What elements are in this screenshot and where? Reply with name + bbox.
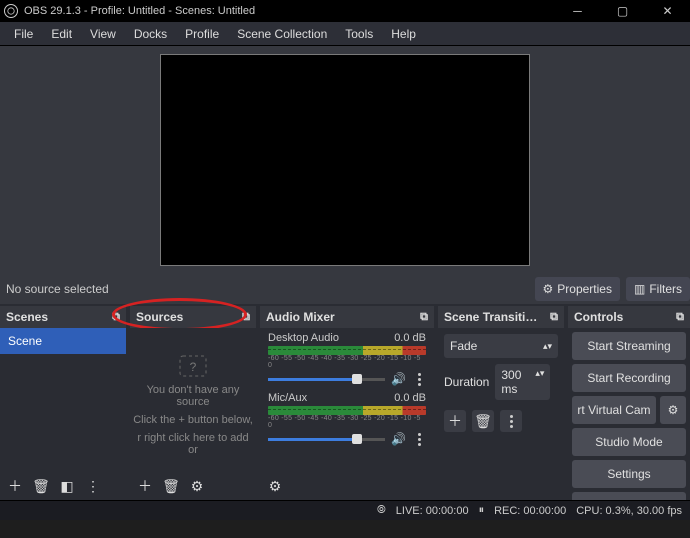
scene-item[interactable]: Scene — [0, 328, 126, 354]
preview-area — [0, 46, 690, 274]
no-source-label: No source selected — [6, 282, 109, 296]
popout-icon[interactable]: ⧉ — [242, 311, 250, 324]
sources-dock: Sources ⧉ ? You don't have any source Cl… — [130, 306, 256, 500]
scene-up-down-button[interactable]: ⋮ — [82, 475, 104, 497]
settings-button[interactable]: Settings — [572, 460, 686, 488]
virtual-cam-settings-button[interactable]: ⚙ — [660, 396, 686, 424]
volume-slider[interactable] — [268, 378, 385, 381]
audio-advanced-button[interactable]: ⚙ — [264, 475, 286, 497]
audio-meter — [268, 406, 426, 415]
source-properties-row: No source selected ⚙ Properties ▥ Filter… — [0, 274, 690, 304]
popout-icon[interactable]: ⧉ — [420, 311, 428, 324]
transition-more-button[interactable] — [500, 410, 522, 432]
exit-button[interactable]: Exit — [572, 492, 686, 500]
controls-dock: Controls ⧉ Start Streaming Start Recordi… — [568, 306, 690, 500]
scenes-toolbar: ＋ 🗑 ◧ ⋮ — [0, 472, 126, 500]
audio-channel-db: 0.0 dB — [394, 332, 426, 344]
audio-mixer-dock: Audio Mixer ⧉ Desktop Audio 0.0 dB -60 -… — [260, 306, 434, 500]
chevron-updown-icon: ▴▾ — [535, 368, 544, 396]
add-scene-button[interactable]: ＋ — [4, 475, 26, 497]
sources-empty-state: ? You don't have any source Click the + … — [130, 328, 256, 456]
studio-mode-button[interactable]: Studio Mode — [572, 428, 686, 456]
maximize-button[interactable]: ▢ — [600, 0, 645, 22]
menu-tools[interactable]: Tools — [337, 23, 381, 45]
menu-help[interactable]: Help — [383, 23, 424, 45]
titlebar: OBS 29.1.3 - Profile: Untitled - Scenes:… — [0, 0, 690, 22]
status-cpu: CPU: 0.3%, 30.00 fps — [576, 505, 682, 517]
menu-view[interactable]: View — [82, 23, 124, 45]
menu-scene-collection[interactable]: Scene Collection — [229, 23, 335, 45]
controls-header[interactable]: Controls ⧉ — [568, 306, 690, 328]
close-button[interactable]: ✕ — [645, 0, 690, 22]
popout-icon[interactable]: ⧉ — [676, 311, 684, 324]
audio-toolbar: ⚙ — [260, 472, 434, 500]
delete-transition-button[interactable]: 🗑 — [472, 410, 494, 432]
virtual-cam-button[interactable]: rt Virtual Cam — [572, 396, 656, 424]
audio-meter — [268, 346, 426, 355]
transition-select[interactable]: Fade ▴▾ — [444, 334, 558, 358]
minimize-button[interactable]: ─ — [555, 0, 600, 22]
app-logo — [4, 4, 18, 18]
audio-channel-desktop: Desktop Audio 0.0 dB -60 -55 -50 -45 -40… — [260, 328, 434, 388]
audio-mixer-header[interactable]: Audio Mixer ⧉ — [260, 306, 434, 328]
properties-button[interactable]: ⚙ Properties — [535, 277, 620, 301]
statusbar: ⦾ LIVE: 00:00:00 ⏸ REC: 00:00:00 CPU: 0.… — [0, 500, 690, 520]
start-recording-button[interactable]: Start Recording — [572, 364, 686, 392]
duration-input[interactable]: 300 ms ▴▾ — [495, 364, 550, 400]
add-source-button[interactable]: ＋ — [134, 475, 156, 497]
broadcast-icon: ⦾ — [377, 504, 386, 517]
pause-icon: ⏸ — [479, 504, 485, 517]
speaker-icon[interactable]: 🔊 — [391, 432, 406, 446]
scenes-dock: Scenes ⧉ Scene ＋ 🗑 ◧ ⋮ — [0, 306, 126, 500]
scenes-header[interactable]: Scenes ⧉ — [0, 306, 126, 328]
transitions-dock: Scene Transiti… ⧉ Fade ▴▾ Duration 300 m… — [438, 306, 564, 500]
transitions-header[interactable]: Scene Transiti… ⧉ — [438, 306, 564, 328]
audio-channel-db: 0.0 dB — [394, 392, 426, 404]
chevron-updown-icon: ▴▾ — [543, 341, 552, 352]
popout-icon[interactable]: ⧉ — [550, 311, 558, 324]
add-transition-button[interactable]: ＋ — [444, 410, 466, 432]
status-rec: REC: 00:00:00 — [494, 505, 566, 517]
audio-scale: -60 -55 -50 -45 -40 -35 -30 -25 -20 -15 … — [268, 355, 426, 369]
audio-scale: -60 -55 -50 -45 -40 -35 -30 -25 -20 -15 … — [268, 415, 426, 429]
svg-text:?: ? — [190, 360, 197, 374]
start-streaming-button[interactable]: Start Streaming — [572, 332, 686, 360]
audio-channel-mic: Mic/Aux 0.0 dB -60 -55 -50 -45 -40 -35 -… — [260, 388, 434, 448]
filters-icon: ▥ — [634, 282, 645, 296]
status-live: LIVE: 00:00:00 — [396, 505, 469, 517]
audio-channel-name: Mic/Aux — [268, 392, 307, 404]
delete-scene-button[interactable]: 🗑 — [30, 475, 52, 497]
preview-canvas[interactable] — [160, 54, 530, 266]
source-settings-button[interactable]: ⚙ — [186, 475, 208, 497]
menu-profile[interactable]: Profile — [177, 23, 227, 45]
delete-source-button[interactable]: 🗑 — [160, 475, 182, 497]
question-placeholder-icon: ? — [178, 354, 208, 378]
gear-icon: ⚙ — [543, 282, 554, 296]
filters-button[interactable]: ▥ Filters — [626, 277, 690, 301]
popout-icon[interactable]: ⧉ — [112, 311, 120, 324]
volume-slider[interactable] — [268, 438, 385, 441]
menu-edit[interactable]: Edit — [43, 23, 80, 45]
menu-docks[interactable]: Docks — [126, 23, 175, 45]
menubar: File Edit View Docks Profile Scene Colle… — [0, 22, 690, 46]
sources-header[interactable]: Sources ⧉ — [130, 306, 256, 328]
speaker-icon[interactable]: 🔊 — [391, 372, 406, 386]
menu-file[interactable]: File — [6, 23, 41, 45]
audio-more-button[interactable] — [412, 372, 426, 386]
docks-row: Scenes ⧉ Scene ＋ 🗑 ◧ ⋮ Sources ⧉ ? You d… — [0, 304, 690, 500]
duration-label: Duration — [444, 375, 489, 389]
audio-channel-name: Desktop Audio — [268, 332, 339, 344]
sources-toolbar: ＋ 🗑 ⚙ — [130, 472, 256, 500]
scene-filter-button[interactable]: ◧ — [56, 475, 78, 497]
window-title: OBS 29.1.3 - Profile: Untitled - Scenes:… — [24, 5, 555, 17]
audio-more-button[interactable] — [412, 432, 426, 446]
